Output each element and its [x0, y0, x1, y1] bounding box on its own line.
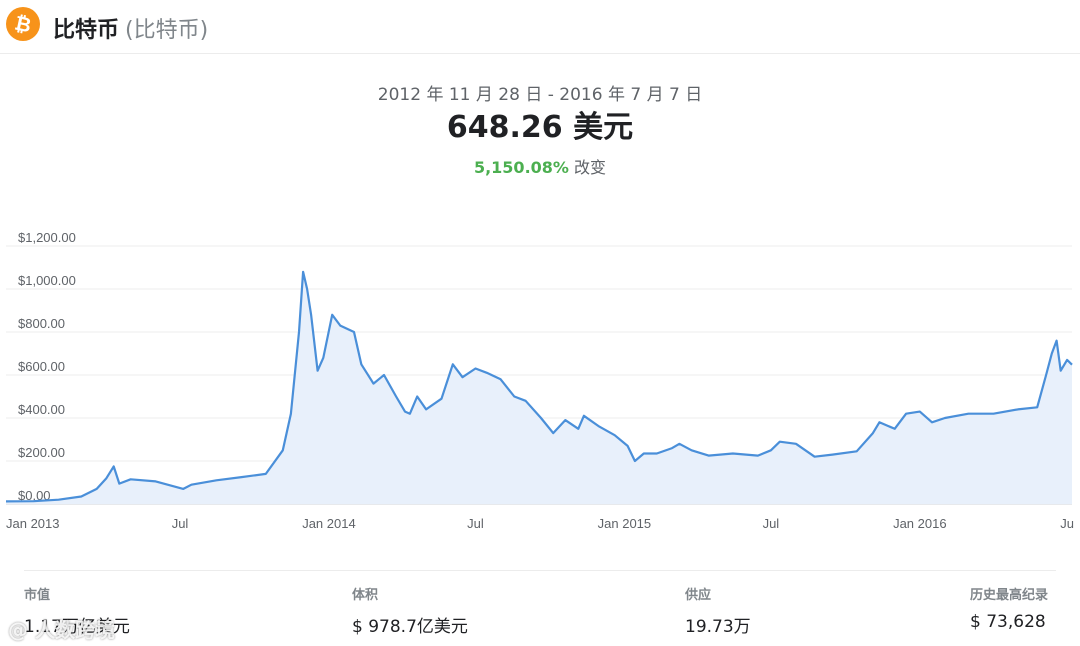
- stat-label: 体积: [352, 588, 379, 603]
- x-tick-label: Ju: [1060, 516, 1074, 531]
- coin-subname: (比特币): [125, 18, 209, 43]
- series-area: [6, 271, 1072, 504]
- change-percent: 5,150.08%: [473, 158, 569, 177]
- stat-supply: 供应 19.73万: [685, 584, 751, 637]
- coin-name: 比特币: [53, 18, 120, 43]
- y-tick-label: $1,000.00: [18, 273, 76, 288]
- price-change: 5,150.08% 改变: [0, 154, 1080, 178]
- x-tick-label: Jul: [763, 516, 780, 531]
- stat-all-time-high: 历史最高纪录 $ 73,628: [970, 584, 1048, 632]
- coin-header: ₿ 比特币 (比特币): [0, 0, 1080, 54]
- svg-text:₿: ₿: [13, 11, 34, 38]
- y-tick-label: $1,200.00: [18, 230, 76, 245]
- stat-value: $ 73,628: [970, 612, 1046, 632]
- change-label: 改变: [574, 158, 607, 177]
- stat-label: 历史最高纪录: [970, 588, 1049, 603]
- y-tick-label: $400.00: [18, 402, 65, 417]
- current-price: 648.26 美元: [446, 110, 634, 145]
- price-chart[interactable]: $0.00$200.00$400.00$600.00$800.00$1,000.…: [0, 230, 1080, 540]
- x-tick-label: Jan 2014: [302, 516, 356, 531]
- stat-label: 供应: [685, 588, 712, 603]
- x-tick-label: Jan 2015: [598, 516, 652, 531]
- bitcoin-icon: ₿: [6, 7, 40, 41]
- stat-label: 市值: [24, 588, 51, 603]
- y-tick-label: $200.00: [18, 445, 65, 460]
- stat-value: $ 978.7亿美元: [352, 617, 468, 637]
- stat-value: 19.73万: [685, 617, 751, 637]
- x-tick-label: Jan 2016: [893, 516, 947, 531]
- stats-divider: [24, 570, 1056, 571]
- y-tick-label: $600.00: [18, 359, 65, 374]
- x-tick-label: Jul: [467, 516, 484, 531]
- x-tick-label: Jul: [172, 516, 189, 531]
- x-tick-label: Jan 2013: [6, 516, 60, 531]
- stat-volume: 体积 $ 978.7亿美元: [352, 584, 468, 637]
- y-tick-label: $800.00: [18, 316, 65, 331]
- watermark: @ 人数跨境: [8, 618, 115, 642]
